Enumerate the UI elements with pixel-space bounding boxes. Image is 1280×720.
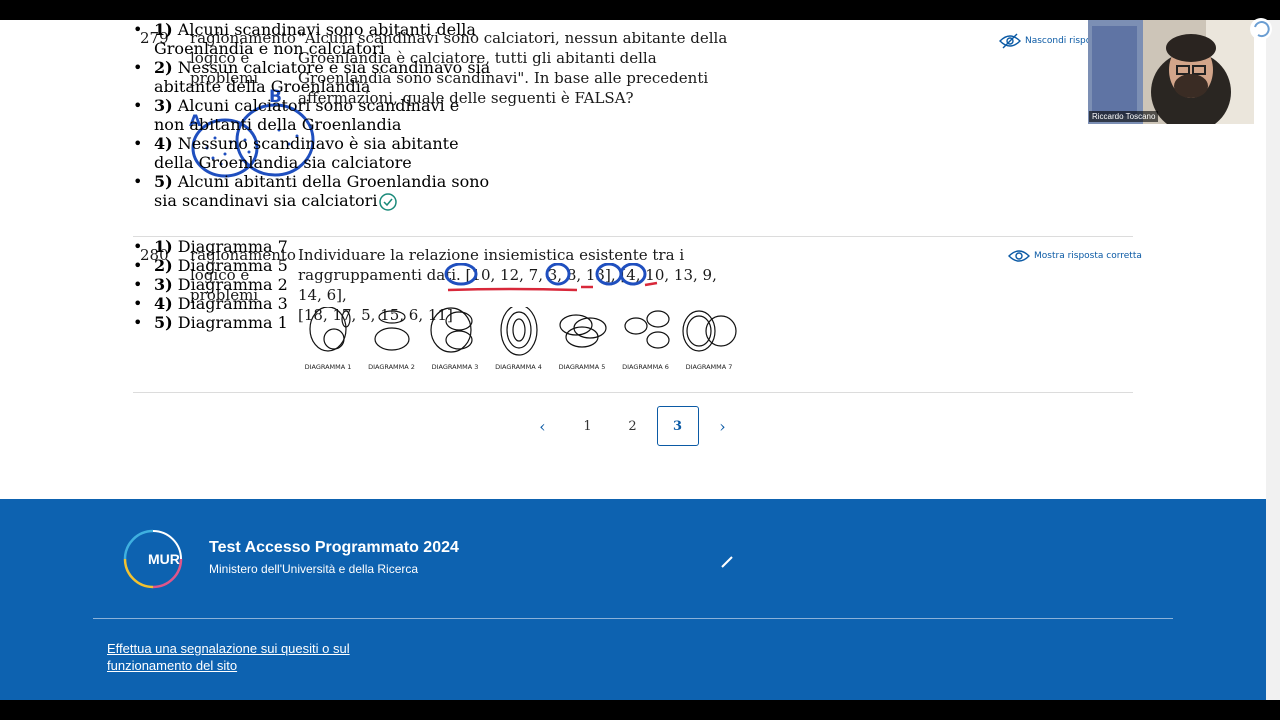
venn-diagram-figure xyxy=(623,310,670,349)
pagination: ‹ 1 2 3 › xyxy=(520,406,745,446)
footer-subtitle: Ministero dell'Università e della Ricerc… xyxy=(209,562,419,576)
diagram-label: DIAGRAMMA 6 xyxy=(622,363,669,371)
answer-text: Diagramma 1 xyxy=(177,313,288,332)
answer-text: Alcuni abitanti della Groenlandia sono s… xyxy=(154,172,490,210)
answer-number: 5) xyxy=(154,313,173,332)
answer-text: Diagramma 2 xyxy=(177,275,288,294)
scrollbar[interactable] xyxy=(1266,20,1280,700)
answer-option: 1) Diagramma 7 xyxy=(133,237,493,256)
quiz-page: 279 ragionamento logico e problemi "Alcu… xyxy=(0,20,1266,700)
answer-text: Diagramma 7 xyxy=(177,237,288,256)
mur-logo-text: MUR xyxy=(148,551,180,567)
diagram-label: DIAGRAMMA 2 xyxy=(368,363,415,371)
answer-list: 1) Diagramma 72) Diagramma 53) Diagramma… xyxy=(133,237,493,332)
eye-icon xyxy=(1008,250,1030,262)
page-button-1[interactable]: 1 xyxy=(567,406,609,446)
diagram-label: DIAGRAMMA 3 xyxy=(431,363,479,371)
site-footer: MUR Test Accesso Programmato 2024 Minist… xyxy=(0,499,1266,700)
webcam-overlay: Riccardo Toscano xyxy=(1088,20,1254,124)
presenter-video xyxy=(1088,20,1254,124)
presenter-name: Riccardo Toscano xyxy=(1089,111,1159,122)
answer-option: 3) Diagramma 2 xyxy=(133,275,493,294)
diagram-label: DIAGRAMMA 5 xyxy=(558,363,606,371)
refresh-icon xyxy=(1250,18,1272,40)
diagram-label: DIAGRAMMA 7 xyxy=(685,363,733,371)
diagram-6: DIAGRAMMA 6 xyxy=(616,307,676,371)
answer-option: 1) Alcuni scandinavi sono abitanti della… xyxy=(133,20,493,58)
answer-option: 2) Nessun calciatore è sia scandinavo si… xyxy=(133,58,493,96)
answer-text: Diagramma 3 xyxy=(177,294,288,313)
diagram-5: DIAGRAMMA 5 xyxy=(552,307,612,371)
answer-option: 3) Alcuni calciatori sono scandinavi e n… xyxy=(133,96,493,134)
answer-option: 4) Nessuno scandinavo è sia abitante del… xyxy=(133,134,493,172)
question-row-279: 279 ragionamento logico e problemi "Alcu… xyxy=(133,20,1133,237)
page-button-2[interactable]: 2 xyxy=(612,406,654,446)
answer-number: 2) xyxy=(154,58,173,77)
answer-text: Diagramma 5 xyxy=(177,256,288,275)
answer-text: Alcuni scandinavi sono abitanti della Gr… xyxy=(154,20,476,58)
answer-text: Nessun calciatore è sia scandinavo sia a… xyxy=(154,58,491,96)
previous-page-button[interactable]: ‹ xyxy=(522,406,564,446)
question-row-280: 280 ragionamento logico e problemi Indiv… xyxy=(133,237,1142,393)
report-issue-link[interactable]: Effettua una segnalazione sui quesiti o … xyxy=(107,640,407,674)
diagram-label: DIAGRAMMA 4 xyxy=(495,363,542,371)
footer-title: Test Accesso Programmato 2024 xyxy=(209,539,459,556)
venn-diagram-figure xyxy=(499,307,538,356)
answer-list: 1) Alcuni scandinavi sono abitanti della… xyxy=(133,20,493,211)
answer-number: 1) xyxy=(154,237,173,256)
show-correct-answer-label: Mostra risposta corretta xyxy=(1034,251,1142,261)
diagram-7: DIAGRAMMA 7 xyxy=(679,307,739,371)
answer-number: 3) xyxy=(154,275,173,294)
answer-number: 4) xyxy=(154,294,173,313)
page-button-3-current[interactable]: 3 xyxy=(656,406,699,446)
venn-diagram-figure xyxy=(682,310,737,352)
answer-number: 2) xyxy=(154,256,173,275)
top-black-bar xyxy=(0,0,1280,20)
diagram-label: DIAGRAMMA 1 xyxy=(304,363,352,371)
show-correct-answer-toggle[interactable]: Mostra risposta corretta xyxy=(1008,248,1142,264)
answer-text: Alcuni calciatori sono scandinavi e non … xyxy=(154,96,460,134)
venn-diagram-figure xyxy=(559,314,607,348)
answer-number: 4) xyxy=(154,134,173,153)
answer-number: 3) xyxy=(154,96,173,115)
answer-option: 5) Diagramma 1 xyxy=(133,313,493,332)
answer-text: Nessuno scandinavo è sia abitante della … xyxy=(154,134,459,172)
answer-number: 5) xyxy=(154,172,173,191)
diagram-4: DIAGRAMMA 4 xyxy=(489,307,549,371)
answer-option: 2) Diagramma 5 xyxy=(133,256,493,275)
next-page-button[interactable]: › xyxy=(702,406,744,446)
bottom-black-bar xyxy=(0,700,1280,720)
correct-check-icon xyxy=(379,192,398,211)
footer-divider xyxy=(93,618,1173,619)
mouse-cursor-icon xyxy=(721,556,733,568)
eye-slash-icon xyxy=(999,33,1021,49)
answer-option: 4) Diagramma 3 xyxy=(133,294,493,313)
answer-option: 5) Alcuni abitanti della Groenlandia son… xyxy=(133,172,493,211)
answer-number: 1) xyxy=(154,20,173,39)
